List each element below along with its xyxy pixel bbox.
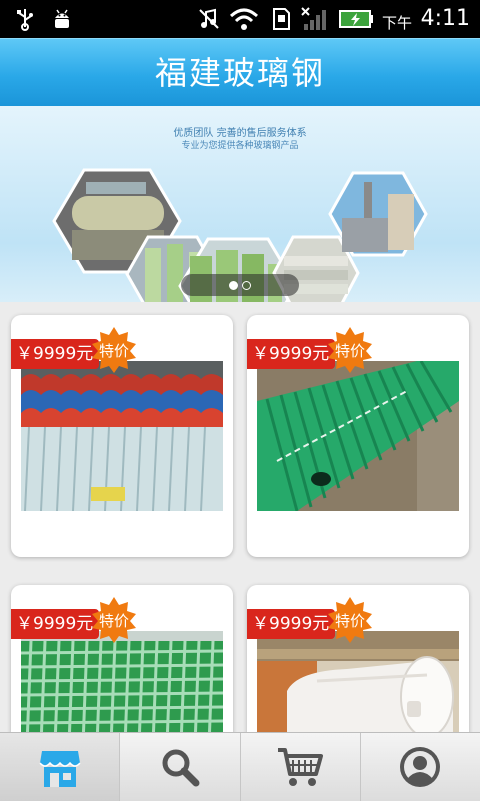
carousel-dot-2[interactable] [242,280,251,290]
signal-icon [300,6,330,32]
status-ampm: 下午 [381,14,412,32]
sale-badge: 特价 [98,342,129,360]
android-debug-icon [48,6,76,32]
page-title: 福建玻璃钢 [154,54,325,92]
sale-badge: 特价 [334,342,365,360]
status-bar: 下午 4:11 [0,0,480,38]
price-tag: ￥9999元 [11,609,100,639]
product-image-roofing[interactable] [21,361,223,511]
banner-slogan-line1: 优质团队 完善的售后服务体系 [173,128,307,139]
carousel-dot-1[interactable] [229,280,238,290]
status-time: 4:11 [420,6,470,31]
banner-carousel[interactable]: 优质团队 完善的售后服务体系 专业为您提供各种玻璃钢产品 [0,106,480,302]
sale-badge: 特价 [334,612,365,630]
product-card[interactable]: ￥9999元 特价 [11,315,233,557]
nav-item-search[interactable] [120,733,241,801]
music-off-icon [196,6,222,32]
banner-slogan-line2: 专业为您提供各种玻璃钢产品 [181,141,299,151]
battery-charging-icon [338,6,376,32]
nav-item-shop[interactable] [0,733,121,801]
price-tag: ￥9999元 [247,609,336,639]
nav-item-account[interactable] [361,733,480,801]
usb-icon [12,6,38,32]
sd-card-icon [268,6,294,32]
search-icon [162,749,200,787]
product-image-pipe[interactable] [257,361,459,511]
app-header: 福建玻璃钢 [0,38,480,107]
price-tag: ￥9999元 [11,339,100,369]
nav-item-cart[interactable] [241,733,361,801]
product-card[interactable]: ￥9999元 特价 [11,585,233,745]
product-image-grating[interactable] [21,631,223,745]
product-card[interactable]: ￥9999元 特价 [247,585,469,745]
cart-icon [278,748,324,786]
carousel-indicator [181,274,299,296]
product-image-tank[interactable] [257,631,459,745]
store-icon [39,751,81,787]
product-card[interactable]: ￥9999元 特价 [247,315,469,557]
user-icon [400,747,441,787]
price-tag: ￥9999元 [247,339,336,369]
bottom-nav [0,732,480,801]
banner-hex-image-building [328,171,428,257]
sale-badge: 特价 [98,612,129,630]
wifi-icon [228,6,260,32]
